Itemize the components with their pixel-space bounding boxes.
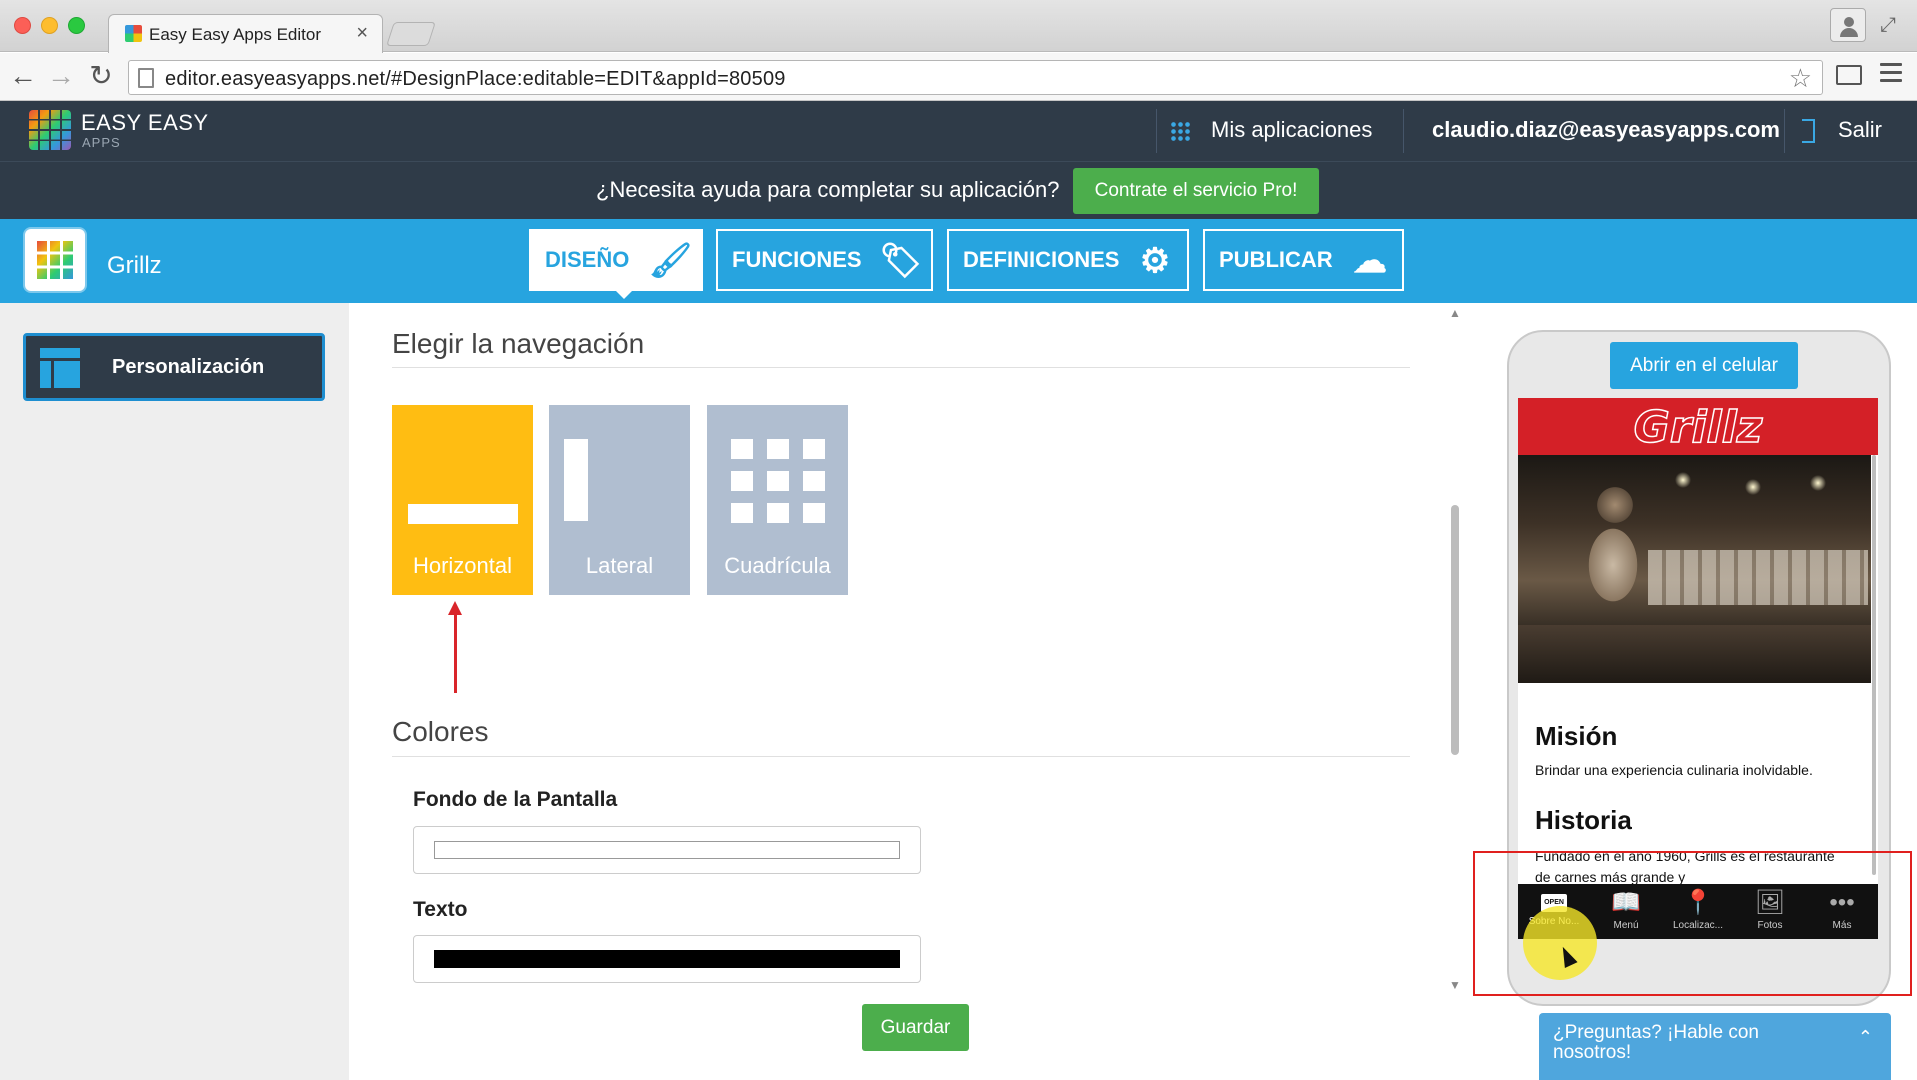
colors-section-title: Colores xyxy=(392,716,489,747)
tab-label: FUNCIONES xyxy=(732,247,862,272)
tab-definiciones[interactable]: DEFINICIONES ⚙ xyxy=(947,229,1189,291)
save-button[interactable]: Guardar xyxy=(862,1004,969,1051)
address-bar[interactable]: editor.easyeasyapps.net/#DesignPlace:edi… xyxy=(128,60,1823,95)
app-icon xyxy=(25,229,85,291)
grid-layout-icon xyxy=(731,439,825,523)
page-icon xyxy=(138,68,154,88)
scrollbar-thumb[interactable] xyxy=(1451,505,1459,755)
scroll-up-icon[interactable]: ▲ xyxy=(1449,306,1461,320)
pro-service-button[interactable]: Contrate el servicio Pro! xyxy=(1073,168,1319,214)
brush-icon: 🖌 xyxy=(649,242,693,280)
fullscreen-icon[interactable]: ⤢ xyxy=(1880,14,1896,37)
nav-option-lateral[interactable]: Lateral xyxy=(549,405,690,595)
tab-label: DEFINICIONES xyxy=(963,247,1120,272)
horizontal-layout-icon xyxy=(408,504,518,524)
help-text: ¿Necesita ayuda para completar su aplica… xyxy=(596,177,1060,202)
chat-widget[interactable]: ¿Preguntas? ¡Hable con nosotros! ⌃ xyxy=(1539,1013,1891,1080)
browser-tab[interactable]: Easy Easy Apps Editor × xyxy=(108,14,383,53)
text-color-picker[interactable] xyxy=(413,935,921,983)
url-text[interactable]: editor.easyeasyapps.net/#DesignPlace:edi… xyxy=(165,68,786,91)
reload-icon[interactable]: ↻ xyxy=(86,61,116,91)
navigation-section-title: Elegir la navegación xyxy=(392,328,645,359)
phone-scrollbar xyxy=(1872,455,1876,875)
scroll-down-icon[interactable]: ▼ xyxy=(1449,978,1461,992)
lateral-layout-icon xyxy=(564,439,588,521)
window-minimize-button[interactable] xyxy=(41,17,58,34)
new-tab-button[interactable] xyxy=(386,22,436,46)
active-tab-caret xyxy=(614,289,634,299)
window-close-button[interactable] xyxy=(14,17,31,34)
star-icon[interactable]: ☆ xyxy=(1789,63,1812,94)
menu-icon[interactable] xyxy=(1880,63,1902,87)
person-icon xyxy=(1844,17,1854,27)
kitchen-photo xyxy=(1518,455,1871,683)
brand-subtitle: APPS xyxy=(82,135,121,150)
open-on-phone-button[interactable]: Abrir en el celular xyxy=(1610,342,1798,389)
phone-header: Grillz xyxy=(1518,398,1878,455)
browser-titlebar: Easy Easy Apps Editor × ⤢ xyxy=(0,0,1917,53)
red-box-annotation xyxy=(1473,851,1912,996)
chevron-up-icon[interactable]: ⌃ xyxy=(1858,1027,1873,1048)
my-apps-link[interactable]: Mis aplicaciones xyxy=(1211,117,1372,143)
apps-grid-icon[interactable] xyxy=(1170,121,1190,141)
favicon-icon xyxy=(125,25,142,42)
tab-label: DISEÑO xyxy=(545,247,630,272)
tab-diseno[interactable]: DISEÑO 🖌 xyxy=(529,229,703,291)
chat-text[interactable]: ¿Preguntas? ¡Hable con nosotros! xyxy=(1553,1023,1833,1063)
mission-heading: Misión xyxy=(1535,721,1618,751)
gear-icon: ⚙ xyxy=(1139,242,1171,280)
cast-icon[interactable] xyxy=(1836,65,1862,85)
app-name: Grillz xyxy=(107,252,162,279)
nav-option-label: Horizontal xyxy=(412,553,513,578)
tab-close-icon[interactable]: × xyxy=(356,22,368,45)
divider xyxy=(1403,109,1404,153)
tab-label: PUBLICAR xyxy=(1219,247,1333,272)
cloud-upload-icon: ☁ xyxy=(1353,242,1387,280)
nav-option-label: Cuadrícula xyxy=(724,553,831,578)
history-heading: Historia xyxy=(1535,805,1632,835)
forward-icon[interactable]: → xyxy=(46,61,76,91)
window-maximize-button[interactable] xyxy=(68,17,85,34)
logo-icon[interactable] xyxy=(29,110,71,150)
user-email[interactable]: claudio.diaz@easyeasyapps.com xyxy=(1432,117,1780,143)
color-swatch xyxy=(434,950,900,968)
text-color-label: Texto xyxy=(413,898,468,921)
mission-text: Brindar una experiencia culinaria inolvi… xyxy=(1535,762,1813,778)
divider xyxy=(1156,109,1157,153)
sidebar-item-label[interactable]: Personalización xyxy=(112,356,264,379)
back-icon[interactable]: ← xyxy=(8,61,38,91)
tab-funciones[interactable]: FUNCIONES 🏷 xyxy=(716,229,933,291)
brand-name[interactable]: EASY EASY xyxy=(81,110,209,136)
sidebar xyxy=(0,303,349,1080)
tab-publicar[interactable]: PUBLICAR ☁ xyxy=(1203,229,1404,291)
background-color-picker[interactable] xyxy=(413,826,921,874)
color-swatch xyxy=(434,841,900,859)
nav-option-label: Lateral xyxy=(585,553,654,578)
nav-option-cuadricula[interactable]: Cuadrícula xyxy=(707,405,848,595)
profile-button[interactable] xyxy=(1830,8,1866,42)
nav-option-horizontal[interactable]: Horizontal xyxy=(392,405,533,595)
divider xyxy=(392,756,1410,757)
layout-icon xyxy=(40,348,80,388)
logout-icon[interactable] xyxy=(1802,119,1815,143)
tag-icon: 🏷 xyxy=(879,242,923,280)
tab-title: Easy Easy Apps Editor xyxy=(149,25,321,44)
background-color-label: Fondo de la Pantalla xyxy=(413,788,618,811)
restaurant-logo: Grillz xyxy=(1633,401,1763,454)
logout-link[interactable]: Salir xyxy=(1838,117,1882,143)
divider xyxy=(392,367,1410,368)
red-arrow-annotation xyxy=(448,601,462,693)
browser-toolbar: ← → ↻ editor.easyeasyapps.net/#DesignPla… xyxy=(0,53,1917,101)
divider xyxy=(1784,109,1785,153)
